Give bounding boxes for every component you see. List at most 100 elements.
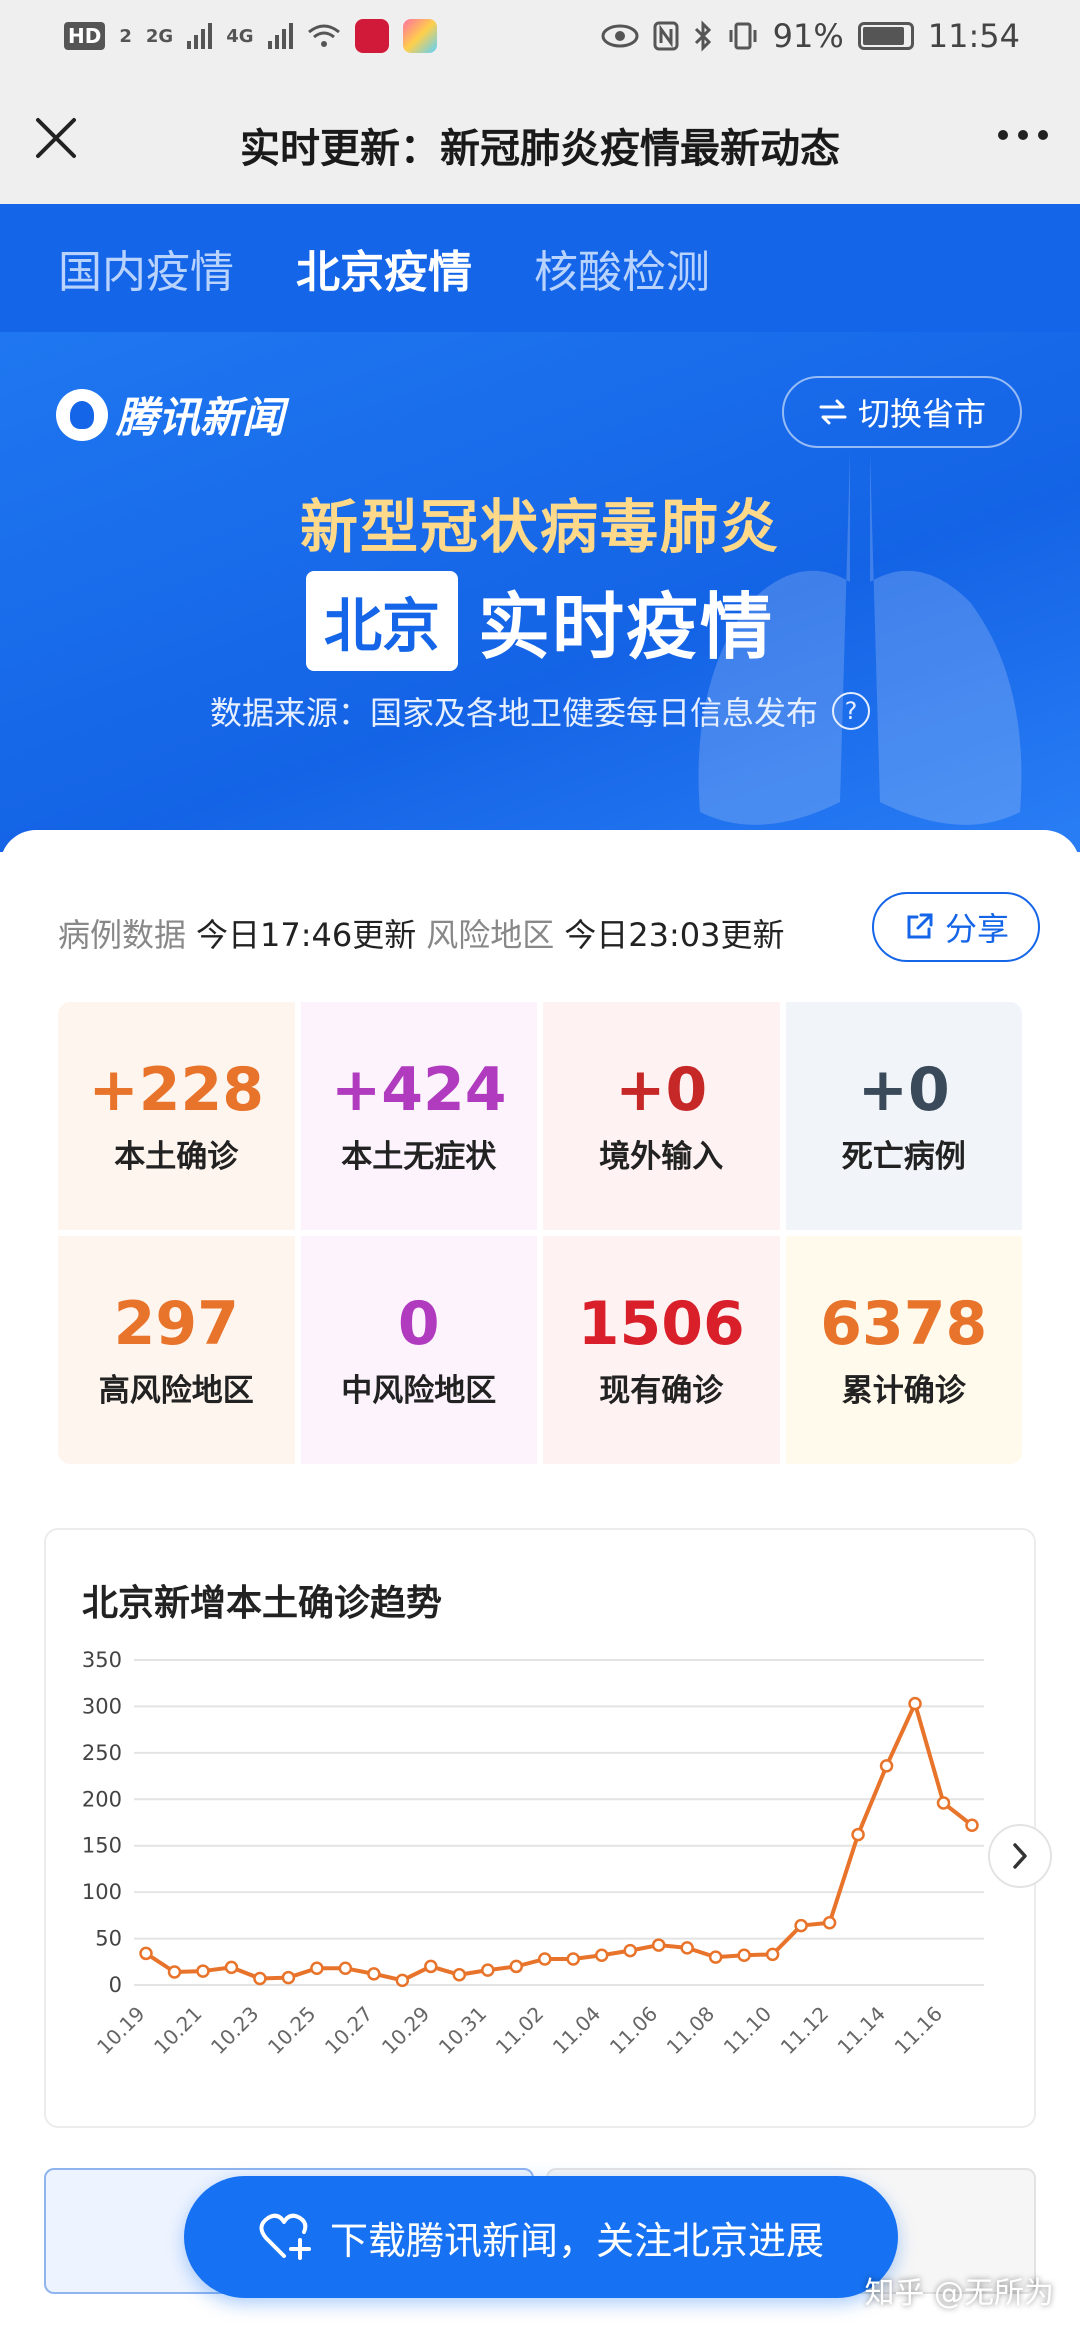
x-tick-label: 10.31	[434, 2002, 491, 2059]
switch-region-label: 切换省市	[857, 395, 986, 433]
stat-value: 0	[397, 1288, 440, 1359]
data-point	[594, 1948, 609, 1963]
stat-value: 1506	[577, 1288, 745, 1359]
stats-grid: +228 本土确诊 +424 本土无症状 +0 境外输入 +0 死亡病例 297 高风险地…	[58, 1002, 1022, 1464]
sim-badge: 2	[119, 25, 132, 47]
data-source: 数据来源：国家及各地卫健委每日信息发布 ?	[0, 688, 1080, 734]
stat-total-confirmed: 6378 累计确诊	[785, 1236, 1022, 1464]
switch-region-button[interactable]: 切换省市	[782, 376, 1022, 448]
stat-value: 6378	[820, 1288, 988, 1359]
data-point	[481, 1963, 495, 1977]
data-point	[965, 1818, 979, 1833]
data-point	[623, 1943, 637, 1958]
y-tick-label: 200	[82, 1787, 122, 1811]
x-tick-label: 10.27	[320, 2002, 377, 2059]
share-label: 分享	[944, 910, 1009, 948]
stat-label: 现有确诊	[599, 1372, 724, 1409]
tab-nucleic-test[interactable]: 核酸检测	[534, 236, 710, 300]
tiktok-icon	[354, 19, 389, 53]
more-icon[interactable]	[998, 130, 1048, 140]
tab-bar: 国内疫情 北京疫情 核酸检测	[0, 204, 1080, 332]
data-source-text: 数据来源：国家及各地卫健委每日信息发布	[209, 694, 818, 732]
risk-update-time: 今日23:03更新	[564, 916, 785, 954]
tencent-news-icon	[56, 388, 108, 441]
data-point	[196, 1964, 210, 1978]
data-point	[908, 1696, 922, 1711]
case-data-label: 病例数据	[58, 916, 187, 954]
hd-icon: HD	[64, 22, 106, 50]
data-point	[651, 1938, 666, 1952]
bluetooth-icon	[694, 20, 711, 52]
x-tick-label: 10.19	[92, 2002, 149, 2059]
nfc-icon	[653, 21, 679, 51]
stat-current-confirmed: 1506 现有确诊	[543, 1236, 780, 1464]
x-tick-label: 11.08	[662, 2002, 719, 2059]
case-update-time: 今日17:46更新	[196, 916, 417, 954]
data-card: 病例数据 今日17:46更新 风险地区 今日23:03更新 分享 +228 本土确…	[0, 830, 1080, 2340]
brand-logo: 腾讯新闻	[56, 384, 284, 445]
city-badge: 北京	[305, 570, 458, 671]
watermark: 知乎 @无所为	[864, 2276, 1054, 2311]
stat-label: 中风险地区	[341, 1372, 497, 1409]
data-point	[139, 1946, 153, 1961]
status-bar: HD 2 2G 4G 91% 11:54	[0, 0, 1080, 72]
stat-label: 本土无症状	[341, 1138, 497, 1175]
stat-high-risk-areas: 297 高风险地区	[58, 1236, 295, 1464]
page-title: 实时更新：新冠肺炎疫情最新动态	[240, 126, 840, 172]
tab-domestic[interactable]: 国内疫情	[58, 236, 234, 300]
banner-subtitle: 新型冠状病毒肺炎	[299, 493, 780, 561]
stat-label: 死亡病例	[841, 1138, 966, 1175]
y-tick-label: 50	[95, 1927, 122, 1951]
data-point	[452, 1968, 467, 1982]
battery-icon	[857, 22, 914, 50]
stat-value: +0	[615, 1054, 708, 1125]
chevron-right-icon[interactable]	[988, 1824, 1052, 1888]
y-tick-label: 0	[109, 1973, 122, 1997]
share-button[interactable]: 分享	[872, 892, 1040, 962]
data-point	[765, 1947, 780, 1962]
data-point	[822, 1916, 837, 1930]
stat-imported: +0 境外输入	[543, 1002, 780, 1230]
wifi-icon	[307, 24, 340, 47]
network-2g: 2G	[145, 25, 174, 47]
app-icon	[402, 19, 437, 53]
y-tick-label: 250	[82, 1741, 122, 1765]
network-4g: 4G	[226, 25, 254, 47]
x-tick-label: 11.16	[890, 2002, 947, 2059]
share-icon	[907, 913, 933, 939]
help-icon[interactable]: ?	[832, 692, 870, 730]
stat-value: +228	[88, 1054, 265, 1125]
data-point	[708, 1950, 723, 1964]
signal-icon	[267, 23, 293, 49]
data-point	[566, 1952, 580, 1966]
heart-plus-icon	[259, 2213, 311, 2260]
y-tick-label: 300	[82, 1694, 122, 1718]
data-point	[310, 1961, 324, 1976]
x-tick-label: 11.14	[833, 2002, 890, 2059]
stat-deaths: +0 死亡病例	[785, 1002, 1022, 1230]
x-tick-label: 10.23	[206, 2002, 263, 2059]
x-tick-label: 10.29	[377, 2002, 434, 2059]
stat-value: 297	[113, 1288, 239, 1359]
stat-label: 本土确诊	[114, 1138, 239, 1175]
stat-medium-risk-areas: 0 中风险地区	[300, 1236, 537, 1464]
stat-label: 境外输入	[599, 1138, 724, 1175]
download-label: 下载腾讯新闻，关注北京进展	[329, 2218, 824, 2263]
data-point	[794, 1918, 808, 1933]
data-point	[680, 1941, 694, 1955]
x-tick-label: 11.02	[491, 2002, 548, 2059]
tab-beijing[interactable]: 北京疫情	[296, 236, 472, 300]
trend-chart: 05010015020025030035010.19 10.21 10.23 10.2…	[82, 1648, 984, 2059]
x-tick-label: 11.12	[776, 2002, 833, 2059]
stat-label: 高风险地区	[98, 1372, 254, 1409]
download-app-button[interactable]: 下载腾讯新闻，关注北京进展	[184, 2176, 898, 2298]
y-tick-label: 150	[82, 1834, 122, 1858]
data-point	[281, 1970, 296, 1985]
chart-title: 北京新增本土确诊趋势	[82, 1583, 443, 1624]
eye-icon	[601, 24, 639, 48]
data-point	[253, 1971, 267, 1986]
signal-icon	[187, 23, 213, 49]
data-point	[224, 1960, 239, 1975]
x-tick-label: 10.21	[149, 2002, 206, 2059]
data-point	[737, 1948, 751, 1963]
